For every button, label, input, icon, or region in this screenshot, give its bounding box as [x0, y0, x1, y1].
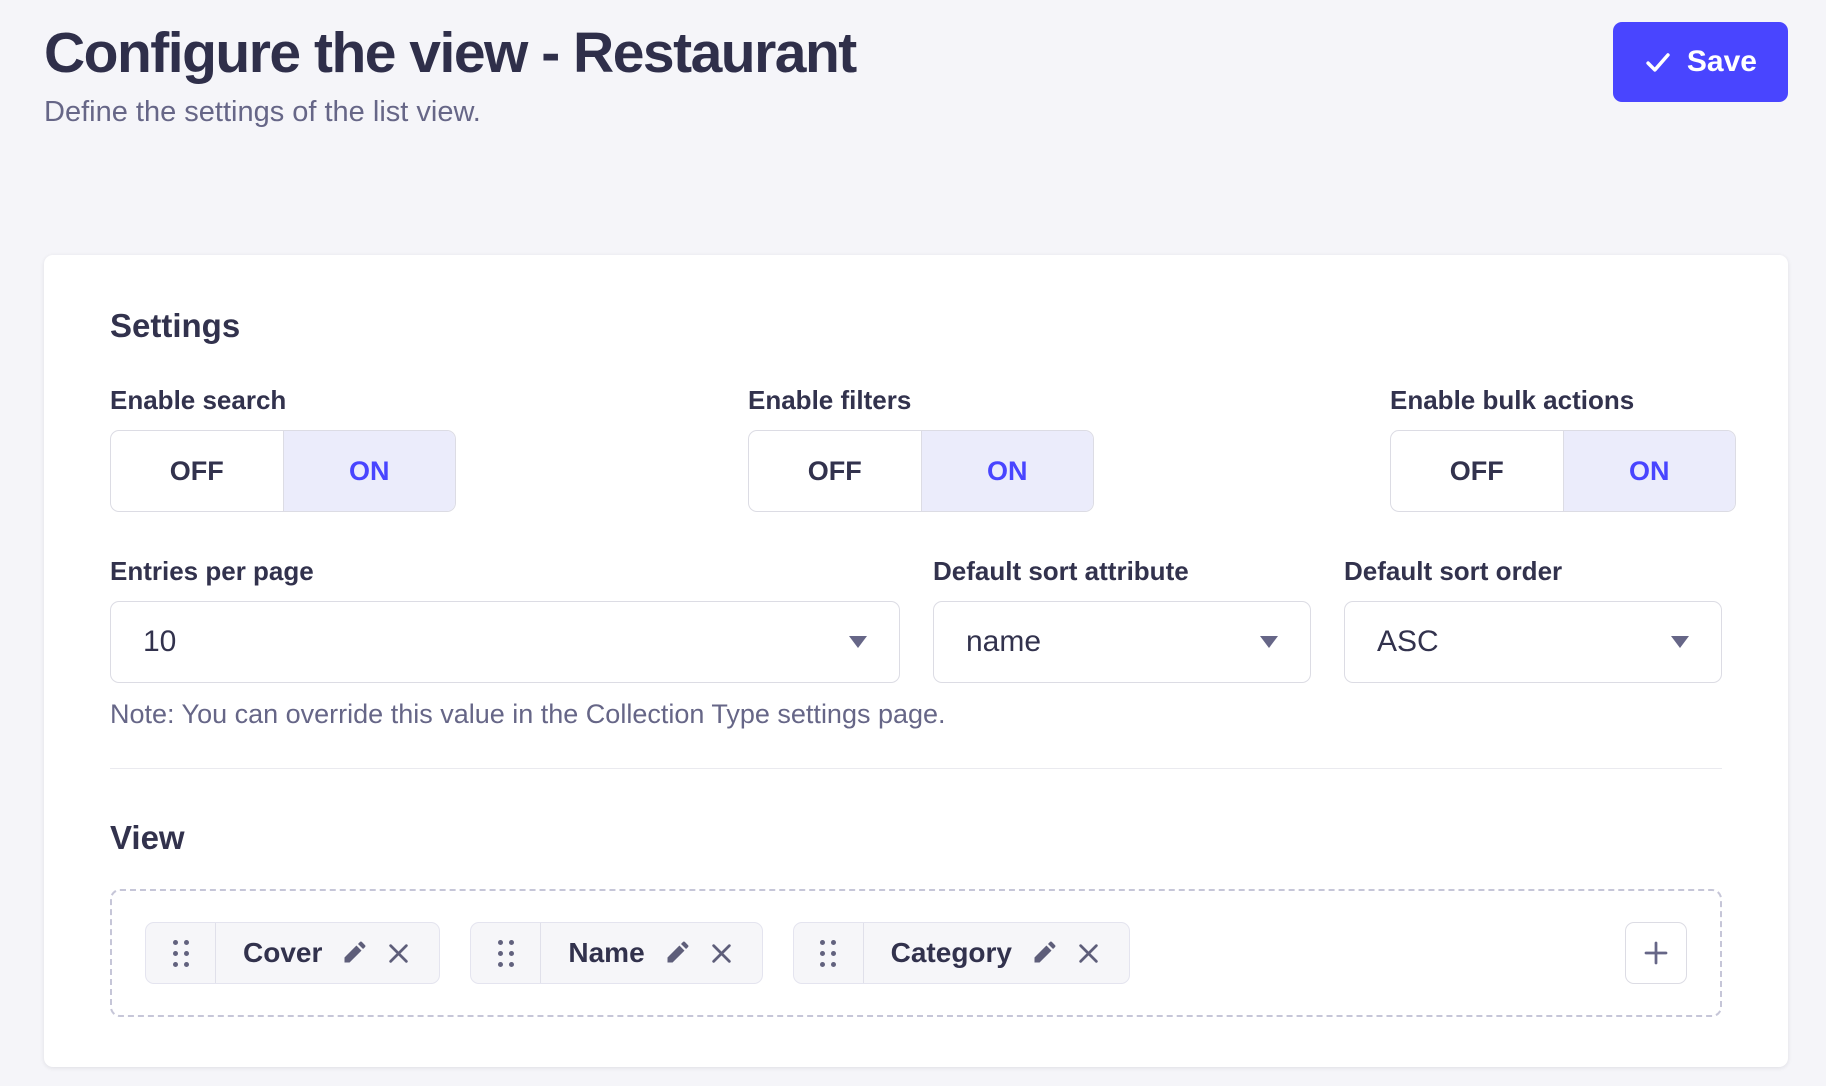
enable-bulk-actions-label: Enable bulk actions — [1390, 385, 1736, 416]
caret-down-icon — [1671, 636, 1689, 648]
enable-filters-toggle[interactable]: OFF ON — [748, 430, 1094, 512]
default-sort-attribute-select[interactable]: name — [933, 601, 1311, 683]
enable-filters-field: Enable filters OFF ON — [748, 385, 1390, 512]
field-chip-label: Cover — [243, 937, 322, 969]
page-header: Configure the view - Restaurant Define t… — [44, 22, 1788, 129]
remove-field-button[interactable] — [1075, 940, 1102, 967]
field-chip-name[interactable]: Name — [470, 922, 762, 984]
selects-row: Entries per page 10 Default sort attribu… — [110, 556, 1722, 683]
add-field-button[interactable] — [1625, 922, 1687, 984]
page-subtitle: Define the settings of the list view. — [44, 96, 856, 129]
enable-search-on-option[interactable]: ON — [283, 431, 456, 511]
default-sort-order-select[interactable]: ASC — [1344, 601, 1722, 683]
field-chip-body: Cover — [216, 923, 439, 983]
field-chip-body: Category — [864, 923, 1129, 983]
field-chip-cover[interactable]: Cover — [145, 922, 440, 984]
section-divider — [110, 768, 1722, 769]
close-icon — [1075, 940, 1102, 967]
save-button-label: Save — [1687, 45, 1757, 79]
default-sort-attribute-value: name — [966, 625, 1041, 659]
drag-handle[interactable] — [471, 923, 541, 983]
save-button[interactable]: Save — [1613, 22, 1788, 102]
caret-down-icon — [849, 636, 867, 648]
close-icon — [385, 940, 412, 967]
configure-view-page: Configure the view - Restaurant Define t… — [0, 0, 1826, 1067]
pencil-icon — [340, 940, 367, 967]
drag-handle[interactable] — [146, 923, 216, 983]
close-icon — [708, 940, 735, 967]
entries-per-page-label: Entries per page — [110, 556, 900, 587]
edit-field-button[interactable] — [340, 940, 367, 967]
enable-bulk-actions-field: Enable bulk actions OFF ON — [1390, 385, 1736, 512]
default-sort-attribute-field: Default sort attribute name — [933, 556, 1311, 683]
enable-bulk-actions-on-option[interactable]: ON — [1563, 431, 1736, 511]
entries-per-page-field: Entries per page 10 — [110, 556, 900, 683]
enable-filters-on-option[interactable]: ON — [921, 431, 1094, 511]
enable-search-off-option[interactable]: OFF — [111, 431, 283, 511]
enable-bulk-actions-toggle[interactable]: OFF ON — [1390, 430, 1736, 512]
entries-per-page-select[interactable]: 10 — [110, 601, 900, 683]
edit-field-button[interactable] — [1030, 940, 1057, 967]
enable-search-field: Enable search OFF ON — [110, 385, 748, 512]
header-titles: Configure the view - Restaurant Define t… — [44, 22, 856, 129]
remove-field-button[interactable] — [385, 940, 412, 967]
enable-search-label: Enable search — [110, 385, 748, 416]
drag-dots-icon — [173, 940, 189, 967]
drag-dots-icon — [820, 940, 836, 967]
page-title: Configure the view - Restaurant — [44, 22, 856, 86]
drag-handle[interactable] — [794, 923, 864, 983]
entries-per-page-value: 10 — [143, 625, 176, 659]
enable-filters-label: Enable filters — [748, 385, 1390, 416]
plus-icon — [1641, 938, 1671, 968]
enable-search-toggle[interactable]: OFF ON — [110, 430, 456, 512]
pencil-icon — [663, 940, 690, 967]
caret-down-icon — [1260, 636, 1278, 648]
field-chip-label: Name — [568, 937, 644, 969]
settings-heading: Settings — [110, 307, 1722, 345]
view-heading: View — [110, 819, 1722, 857]
field-chip-body: Name — [541, 923, 761, 983]
settings-card: Settings Enable search OFF ON Enable fil… — [44, 255, 1788, 1067]
enable-bulk-actions-off-option[interactable]: OFF — [1391, 431, 1563, 511]
enable-filters-off-option[interactable]: OFF — [749, 431, 921, 511]
default-sort-order-value: ASC — [1377, 625, 1439, 659]
toggles-row: Enable search OFF ON Enable filters OFF … — [110, 385, 1722, 512]
drag-dots-icon — [498, 940, 514, 967]
field-chip-category[interactable]: Category — [793, 922, 1130, 984]
default-sort-order-label: Default sort order — [1344, 556, 1722, 587]
remove-field-button[interactable] — [708, 940, 735, 967]
default-sort-attribute-label: Default sort attribute — [933, 556, 1311, 587]
displayed-fields-zone: Cover — [110, 889, 1722, 1017]
entries-per-page-note: Note: You can override this value in the… — [110, 699, 1722, 730]
pencil-icon — [1030, 940, 1057, 967]
edit-field-button[interactable] — [663, 940, 690, 967]
default-sort-order-field: Default sort order ASC — [1344, 556, 1722, 683]
check-icon — [1644, 48, 1672, 76]
field-chip-label: Category — [891, 937, 1012, 969]
